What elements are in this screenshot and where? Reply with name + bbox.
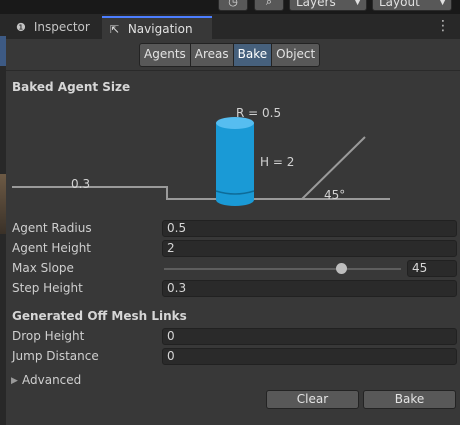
chevron-right-icon[interactable]: ▶	[11, 376, 18, 386]
max-slope-slider-track[interactable]	[164, 268, 401, 270]
history-button[interactable]: ◷	[218, 0, 248, 11]
subtab-object[interactable]: Object	[271, 43, 321, 67]
jump-distance-label: Jump Distance	[12, 349, 99, 363]
agent-height-field[interactable]: 2	[162, 240, 457, 257]
tab-navigation[interactable]: ⇱ Navigation	[102, 16, 212, 39]
radius-label: R = 0.5	[236, 106, 282, 120]
history-icon: ◷	[228, 0, 238, 8]
drop-height-label: Drop Height	[12, 329, 85, 343]
agent-cylinder-body	[216, 123, 254, 200]
agent-radius-label: Agent Radius	[12, 221, 92, 235]
height-label: H = 2	[260, 155, 295, 169]
subtab-areas[interactable]: Areas	[189, 43, 234, 67]
search-icon: ⌕	[265, 0, 273, 8]
info-icon: ❶	[16, 21, 26, 34]
divider	[6, 70, 460, 71]
layout-label: Layout	[379, 0, 420, 9]
search-button[interactable]: ⌕	[254, 0, 284, 11]
subtab-agents[interactable]: Agents	[139, 43, 191, 67]
drop-height-field[interactable]: 0	[162, 328, 457, 345]
section-title-baked-agent-size: Baked Agent Size	[12, 80, 131, 94]
tab-navigation-label: Navigation	[127, 22, 193, 36]
section-title-off-mesh-links: Generated Off Mesh Links	[12, 309, 187, 323]
chevron-down-icon: ▼	[354, 0, 361, 7]
navigation-subtabs: Agents Areas Bake Object	[139, 43, 321, 67]
agent-height-label: Agent Height	[12, 241, 92, 255]
agent-cylinder-bottom	[216, 194, 254, 206]
more-options-icon[interactable]: ⋮	[436, 17, 450, 35]
adjacent-panel-edge	[0, 14, 6, 425]
selected-row-edge	[0, 36, 6, 66]
layers-label: Layers	[296, 0, 336, 9]
step-height-label: Step Height	[12, 281, 83, 295]
tab-inspector-label: Inspector	[33, 20, 90, 34]
bake-button[interactable]: Bake	[363, 390, 456, 409]
step-height-field[interactable]: 0.3	[162, 280, 457, 297]
step-height-diagram-label: 0.3	[71, 177, 91, 191]
jump-distance-field[interactable]: 0	[162, 348, 457, 365]
max-slope-field[interactable]: 45	[407, 260, 457, 277]
layout-dropdown[interactable]: Layout ▼	[372, 0, 452, 11]
navigation-icon: ⇱	[110, 23, 120, 36]
slope-label: 45°	[324, 188, 346, 202]
clear-button[interactable]: Clear	[266, 390, 359, 409]
chevron-down-icon: ▼	[439, 0, 446, 7]
window-tab-bar: ❶ Inspector ⇱ Navigation ⋮	[6, 14, 460, 39]
subtab-bake[interactable]: Bake	[232, 43, 273, 67]
editor-toolbar: ◷ ⌕ Layers ▼ Layout ▼	[0, 0, 460, 14]
layers-dropdown[interactable]: Layers ▼	[289, 0, 367, 11]
agent-size-diagram	[12, 117, 390, 206]
advanced-foldout[interactable]: Advanced	[22, 373, 81, 387]
max-slope-label: Max Slope	[12, 261, 74, 275]
tab-inspector[interactable]: ❶ Inspector	[8, 16, 100, 39]
ground-profile	[12, 136, 366, 200]
max-slope-slider-thumb[interactable]	[336, 263, 348, 274]
agent-radius-field[interactable]: 0.5	[162, 220, 457, 237]
